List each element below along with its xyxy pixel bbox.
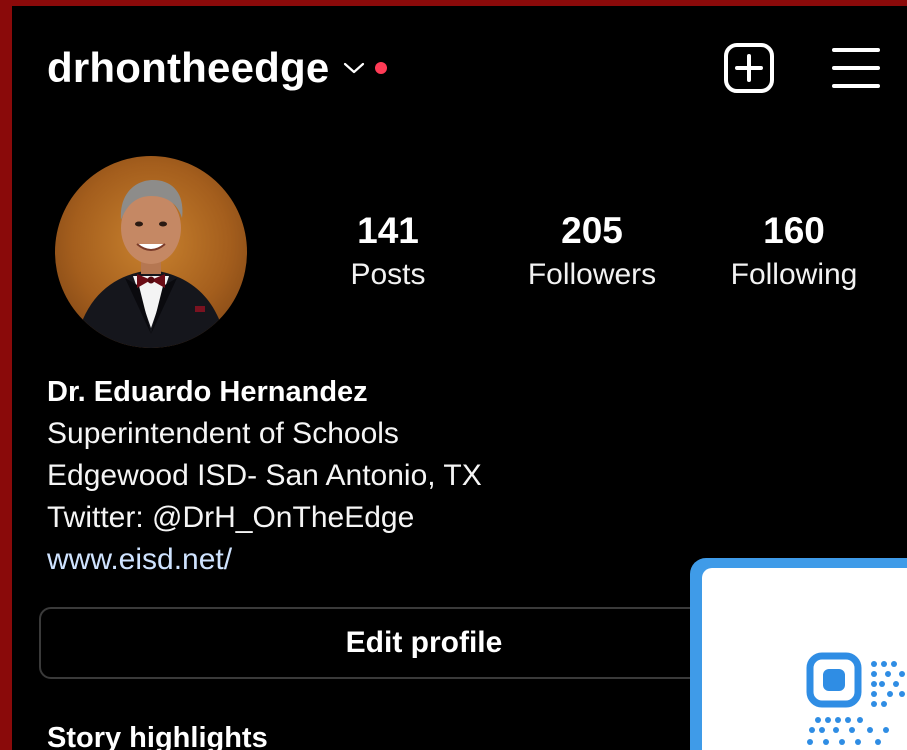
posts-count: 141 xyxy=(357,210,419,251)
qr-code-card[interactable] xyxy=(690,558,907,750)
bio-line-location: Edgewood ISD- San Antonio, TX xyxy=(47,459,482,492)
profile-avatar[interactable] xyxy=(55,156,247,348)
create-post-icon[interactable] xyxy=(723,42,775,94)
bio-line-title: Superintendent of Schools xyxy=(47,417,399,450)
posts-label: Posts xyxy=(350,258,426,291)
stat-posts[interactable]: 141 Posts xyxy=(338,209,438,297)
following-label: Following xyxy=(730,258,858,291)
followers-count: 205 xyxy=(561,210,623,251)
bio-line-twitter: Twitter: @DrH_OnTheEdge xyxy=(47,501,415,534)
chevron-down-icon[interactable] xyxy=(343,57,365,79)
menu-icon[interactable] xyxy=(830,42,882,94)
profile-screen: drhontheedge 141 Posts 205 Followers 160… xyxy=(12,6,907,750)
following-count: 160 xyxy=(763,210,825,251)
followers-label: Followers xyxy=(527,258,657,291)
stat-followers[interactable]: 205 Followers xyxy=(512,209,672,297)
story-highlights-heading: Story highlights xyxy=(47,722,268,750)
profile-bio: Dr. Eduardo Hernandez Superintendent of … xyxy=(47,371,482,581)
qr-code-icon xyxy=(702,568,907,750)
notification-dot xyxy=(375,62,388,74)
stat-following[interactable]: 160 Following xyxy=(724,209,864,297)
username: drhontheedge xyxy=(47,44,330,91)
display-name: Dr. Eduardo Hernandez xyxy=(47,376,368,408)
website-link[interactable]: www.eisd.net/ xyxy=(47,539,482,581)
account-switcher[interactable]: drhontheedge xyxy=(47,44,388,92)
